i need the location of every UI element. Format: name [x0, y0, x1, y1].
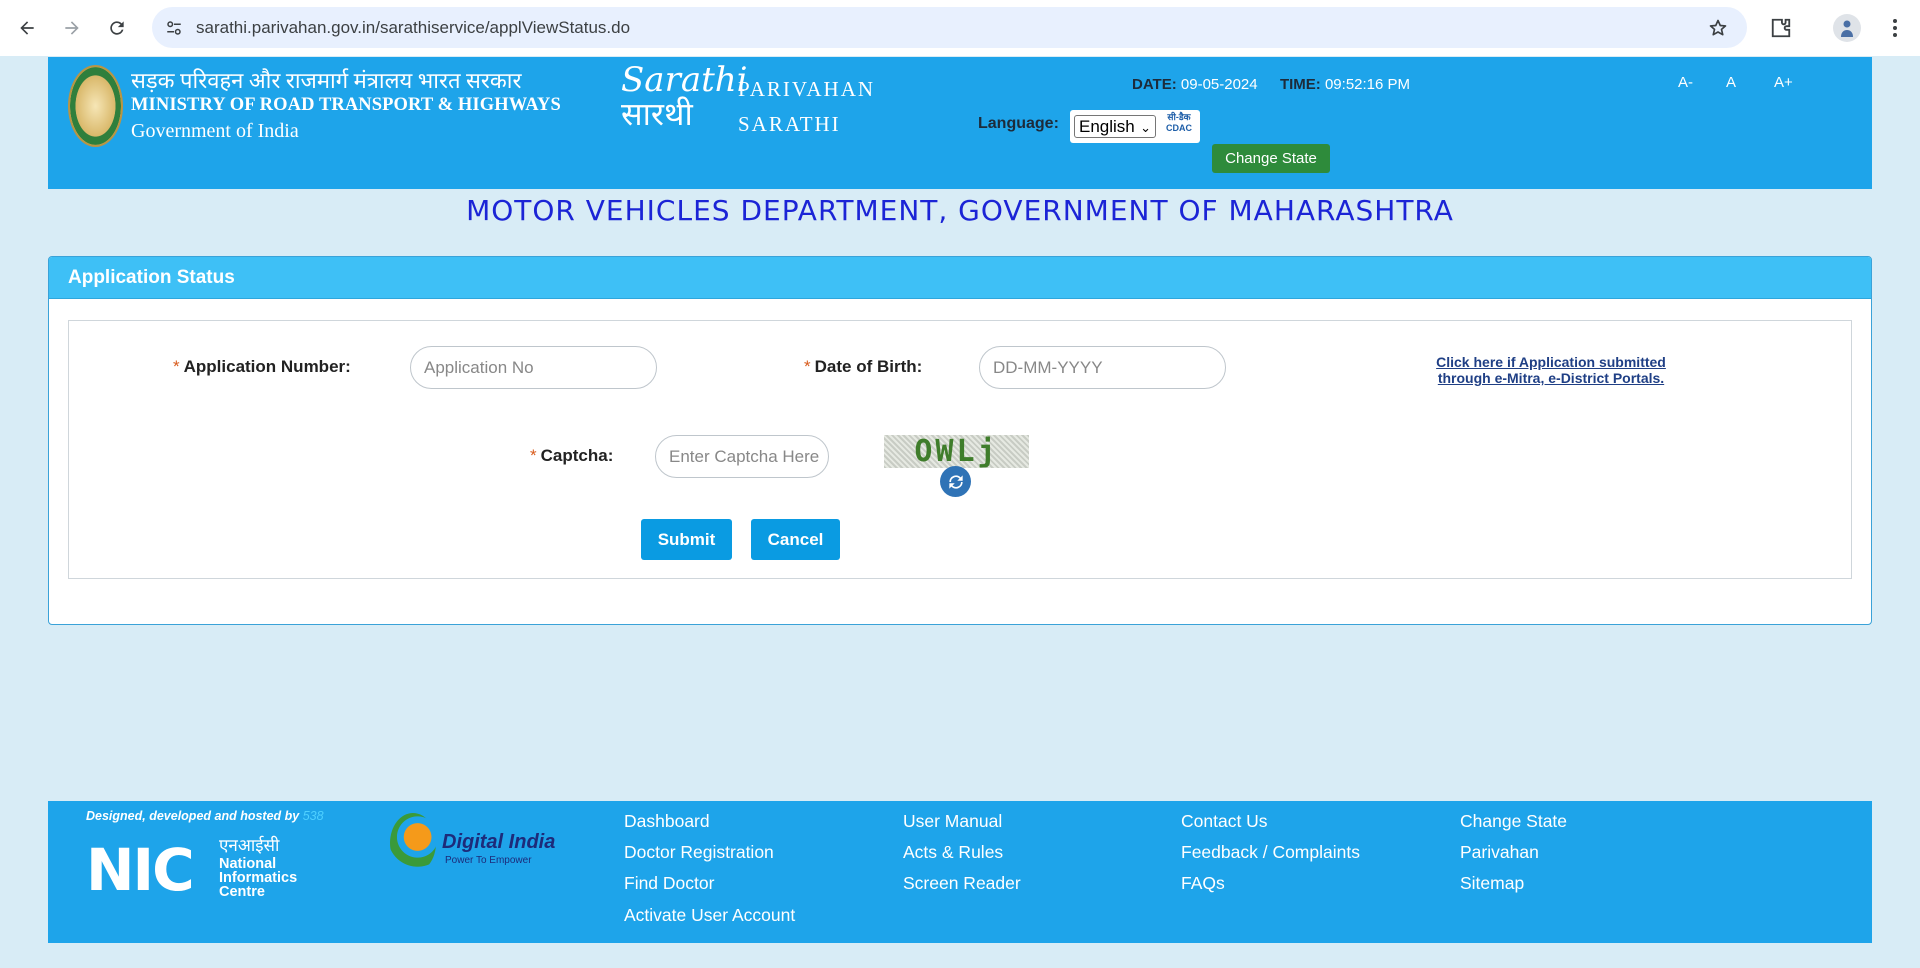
- footer-link-acts-rules[interactable]: Acts & Rules: [903, 842, 1003, 863]
- cancel-button[interactable]: Cancel: [751, 519, 840, 560]
- parivahan-label: PARIVAHAN: [738, 77, 876, 101]
- font-increase-button[interactable]: A+: [1774, 74, 1793, 91]
- cdac-hindi: सी-डैक: [1167, 112, 1191, 122]
- site-header: सड़क परिवहन और राजमार्ग मंत्रालय भारत सर…: [48, 57, 1872, 189]
- bookmark-star-icon[interactable]: [1703, 13, 1733, 43]
- digital-india-logo[interactable]: Digital India Power To Empower: [390, 809, 560, 875]
- captcha-image: OWLj Cp: [884, 435, 1029, 468]
- version-number: 538: [302, 809, 324, 823]
- sarathi-label: SARATHI: [738, 112, 841, 136]
- nic-hindi: एनआईसी: [219, 836, 280, 855]
- sarathi-logo-en: Sarathi: [621, 60, 748, 100]
- application-status-panel: Application Status * Application Number: …: [48, 256, 1872, 625]
- date-label: DATE:: [1132, 76, 1177, 93]
- site-footer: Designed, developed and hosted by 538 NI…: [48, 801, 1872, 943]
- cdac-en: CDAC: [1166, 123, 1192, 133]
- digital-india-text: Digital India: [442, 831, 556, 853]
- application-status-form: * Application Number: Application No * Dat…: [68, 320, 1852, 579]
- address-bar[interactable]: sarathi.parivahan.gov.in/sarathiservice/…: [152, 7, 1747, 48]
- url-text: sarathi.parivahan.gov.in/sarathiservice/…: [196, 17, 631, 37]
- portal-application-link[interactable]: Click here if Application submitted thro…: [1416, 354, 1686, 386]
- font-normal-button[interactable]: A: [1726, 74, 1736, 91]
- language-box: English ⌄ सी-डैक CDAC: [1070, 110, 1200, 143]
- date-of-birth-label: * Date of Birth:: [804, 357, 923, 376]
- footer-link-faqs[interactable]: FAQs: [1181, 873, 1225, 894]
- footer-link-change-state[interactable]: Change State: [1460, 811, 1567, 832]
- date-value: 09-05-2024: [1180, 76, 1258, 93]
- footer-link-contact-us[interactable]: Contact Us: [1181, 811, 1268, 832]
- captcha-input[interactable]: Enter Captcha Here: [655, 435, 829, 478]
- reload-icon[interactable]: [100, 11, 134, 45]
- application-number-label: * Application Number:: [173, 357, 351, 376]
- required-mark: *: [530, 446, 537, 465]
- designed-by-text: Designed, developed and hosted by 538: [86, 809, 324, 823]
- national-emblem-icon: [68, 65, 123, 147]
- footer-link-doctor-registration[interactable]: Doctor Registration: [624, 842, 774, 863]
- site-info-icon[interactable]: [158, 12, 190, 44]
- forward-icon[interactable]: [55, 11, 89, 45]
- panel-heading: Application Status: [49, 257, 1871, 299]
- back-icon[interactable]: [10, 11, 44, 45]
- panel-title: Application Status: [68, 267, 235, 288]
- time-value: 09:52:16 PM: [1324, 76, 1411, 93]
- footer-link-parivahan[interactable]: Parivahan: [1460, 842, 1539, 863]
- refresh-captcha-icon[interactable]: [940, 466, 971, 497]
- change-state-button[interactable]: Change State: [1212, 144, 1330, 173]
- footer-link-activate-account[interactable]: Activate User Account: [624, 905, 795, 926]
- cdac-logo: सी-डैक CDAC: [1162, 112, 1196, 140]
- ministry-name-hindi: सड़क परिवहन और राजमार्ग मंत्रालय भारत सर…: [131, 68, 522, 93]
- nic-logo-text: एनआईसी National Informatics Centre: [219, 836, 298, 900]
- portal-link-line1: Click here if Application submitted: [1436, 354, 1666, 370]
- font-decrease-button[interactable]: A-: [1678, 74, 1693, 91]
- footer-link-user-manual[interactable]: User Manual: [903, 811, 1002, 832]
- digital-india-icon: [390, 813, 436, 873]
- footer-link-feedback[interactable]: Feedback / Complaints: [1181, 842, 1360, 863]
- digital-india-tagline: Power To Empower: [445, 855, 532, 866]
- department-title: MOTOR VEHICLES DEPARTMENT, GOVERNMENT OF…: [466, 194, 1454, 227]
- sarathi-logo-hindi: सारथी: [621, 95, 693, 133]
- date-time: DATE: 09-05-2024 TIME: 09:52:16 PM: [1132, 76, 1410, 93]
- extensions-icon[interactable]: [1764, 11, 1798, 45]
- kebab-menu-icon[interactable]: [1880, 11, 1910, 45]
- chevron-down-icon: ⌄: [1140, 120, 1151, 135]
- portal-link-line2: through e-Mitra, e-District Portals.: [1437, 370, 1665, 386]
- submit-button[interactable]: Submit: [641, 519, 732, 560]
- time-label: TIME:: [1279, 76, 1321, 93]
- date-of-birth-input[interactable]: DD-MM-YYYY: [979, 346, 1226, 389]
- footer-link-find-doctor[interactable]: Find Doctor: [624, 873, 714, 894]
- language-select[interactable]: English ⌄: [1074, 115, 1156, 138]
- nic-line-2: Informatics: [219, 870, 298, 886]
- language-selected: English: [1079, 117, 1135, 136]
- ministry-name: MINISTRY OF ROAD TRANSPORT & HIGHWAYS: [131, 95, 561, 115]
- application-number-input[interactable]: Application No: [410, 346, 657, 389]
- language-label: Language:: [978, 115, 1059, 132]
- footer-link-sitemap[interactable]: Sitemap: [1460, 873, 1524, 894]
- government-of-india: Government of India: [131, 120, 299, 142]
- profile-avatar-icon[interactable]: [1833, 14, 1861, 42]
- footer-link-screen-reader[interactable]: Screen Reader: [903, 873, 1021, 894]
- footer-link-dashboard[interactable]: Dashboard: [624, 811, 710, 832]
- sarathi-logo: Sarathi सारथी: [621, 63, 748, 131]
- required-mark: *: [173, 357, 180, 376]
- captcha-label: * Captcha:: [530, 446, 614, 465]
- required-mark: *: [804, 357, 811, 376]
- designed-by-label: Designed, developed and hosted by: [86, 809, 300, 823]
- nic-line-1: National: [219, 856, 277, 872]
- nic-line-3: Centre: [219, 884, 265, 900]
- nic-logo[interactable]: NIC: [86, 841, 195, 899]
- browser-toolbar: sarathi.parivahan.gov.in/sarathiservice/…: [0, 0, 1920, 56]
